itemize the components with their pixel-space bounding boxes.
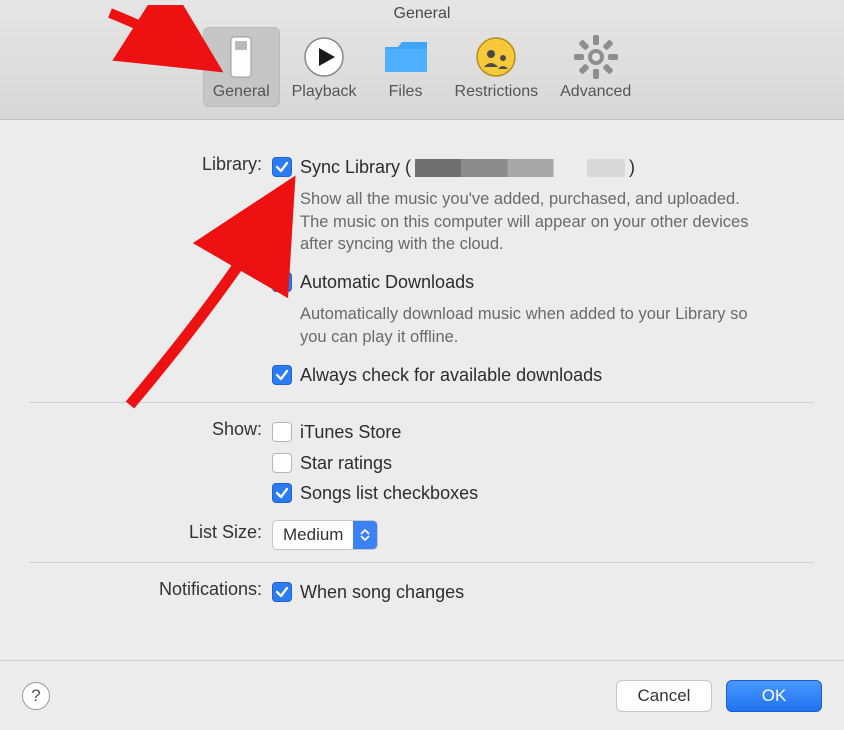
- preferences-toolbar: General General Playback: [0, 0, 844, 120]
- section-notifications: Notifications: When song changes: [30, 575, 814, 609]
- restrictions-icon: [472, 33, 520, 81]
- tab-label: Playback: [292, 83, 357, 101]
- window-title: General: [0, 3, 844, 27]
- tab-label: Files: [389, 83, 423, 101]
- section-label: Show:: [30, 417, 272, 508]
- cancel-button[interactable]: Cancel: [616, 680, 712, 712]
- itunes-store-checkbox[interactable]: [272, 422, 292, 442]
- tab-restrictions[interactable]: Restrictions: [445, 27, 549, 107]
- tab-label: General: [213, 83, 270, 101]
- toolbar-tabs: General Playback Files: [0, 27, 844, 107]
- chevron-updown-icon: [353, 521, 377, 549]
- song-changes-checkbox[interactable]: [272, 582, 292, 602]
- section-label: Library:: [30, 152, 272, 390]
- section-list-size: List Size: Medium: [30, 518, 814, 552]
- auto-downloads-row: Automatic Downloads: [272, 267, 814, 297]
- section-show: Show: iTunes Store Star ratings Songs li…: [30, 415, 814, 510]
- auto-downloads-checkbox[interactable]: [272, 272, 292, 292]
- sync-library-label: Sync Library (): [300, 155, 635, 179]
- section-label: List Size:: [30, 520, 272, 550]
- preferences-content: Library: Sync Library () Show all the mu…: [0, 120, 844, 660]
- song-changes-label: When song changes: [300, 580, 464, 604]
- sync-library-checkbox[interactable]: [272, 157, 292, 177]
- tab-playback[interactable]: Playback: [282, 27, 367, 107]
- auto-downloads-label: Automatic Downloads: [300, 270, 474, 294]
- redacted-account: [415, 159, 625, 177]
- section-label: Notifications:: [30, 577, 272, 607]
- auto-downloads-desc: Automatically download music when added …: [272, 297, 762, 360]
- always-check-label: Always check for available downloads: [300, 363, 602, 387]
- always-check-row: Always check for available downloads: [272, 360, 814, 390]
- advanced-icon: [572, 33, 620, 81]
- files-icon: [382, 33, 430, 81]
- divider: [30, 562, 814, 563]
- star-ratings-checkbox[interactable]: [272, 453, 292, 473]
- section-library: Library: Sync Library () Show all the mu…: [30, 150, 814, 392]
- footer-bar: ? Cancel OK: [0, 660, 844, 730]
- list-size-value: Medium: [273, 525, 353, 545]
- songs-checkboxes-checkbox[interactable]: [272, 483, 292, 503]
- tab-general[interactable]: General: [203, 27, 280, 107]
- tab-files[interactable]: Files: [369, 27, 443, 107]
- tab-label: Restrictions: [455, 83, 539, 101]
- divider: [30, 402, 814, 403]
- ok-button[interactable]: OK: [726, 680, 822, 712]
- tab-advanced[interactable]: Advanced: [550, 27, 641, 107]
- always-check-checkbox[interactable]: [272, 365, 292, 385]
- sync-library-row: Sync Library (): [272, 152, 814, 182]
- star-ratings-label: Star ratings: [300, 451, 392, 475]
- general-icon: [217, 33, 265, 81]
- list-size-select[interactable]: Medium: [272, 520, 378, 550]
- playback-icon: [300, 33, 348, 81]
- itunes-store-label: iTunes Store: [300, 420, 401, 444]
- sync-library-desc: Show all the music you've added, purchas…: [272, 182, 762, 267]
- tab-label: Advanced: [560, 83, 631, 101]
- songs-checkboxes-label: Songs list checkboxes: [300, 481, 478, 505]
- help-button[interactable]: ?: [22, 682, 50, 710]
